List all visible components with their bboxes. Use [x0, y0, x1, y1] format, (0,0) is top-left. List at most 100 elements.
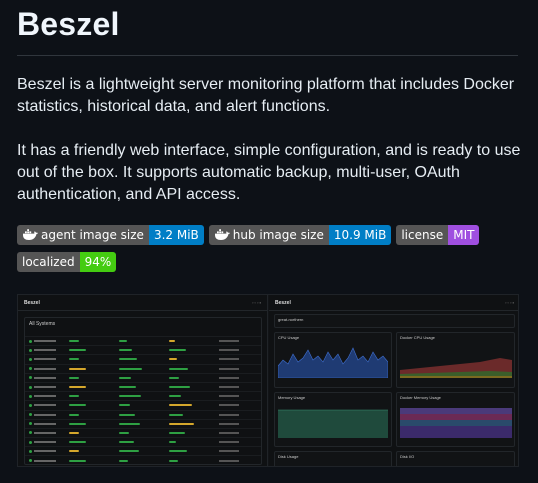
host-name: great-northern — [278, 317, 304, 322]
row-network — [219, 422, 239, 425]
badge-value: 3.2 MiB — [148, 225, 204, 245]
badge-label-section: agent image size — [17, 225, 149, 245]
row-memory — [119, 450, 169, 453]
row-dot-name — [29, 422, 69, 426]
row-disk — [169, 358, 219, 361]
systems-table-row[interactable] — [25, 372, 261, 382]
row-cpu — [69, 459, 119, 462]
row-dot-name — [29, 394, 69, 398]
systems-table-row[interactable] — [25, 427, 261, 437]
hub-image-size-badge[interactable]: hub image size 10.9 MiB — [208, 225, 392, 245]
page-title: Beszel — [17, 6, 120, 42]
systems-table-row[interactable] — [25, 336, 261, 345]
row-memory — [119, 349, 169, 352]
agent-image-size-badge[interactable]: agent image size 3.2 MiB — [17, 225, 204, 245]
row-network — [219, 431, 239, 434]
disk-usage-title: Disk Usage — [278, 454, 299, 459]
row-dot-name — [29, 357, 69, 361]
systems-table-title: All Systems — [29, 321, 56, 327]
docker-cpu-card: Docker CPU Usage — [396, 332, 515, 388]
row-disk — [169, 413, 219, 416]
cpu-usage-card: CPU Usage — [274, 332, 392, 388]
app-screenshot: Beszel ▫ ▫ ▫ ▪ All Systems Beszel ▫ ▫ ▫ … — [17, 294, 519, 467]
features-paragraph: It has a friendly web interface, simple … — [17, 142, 521, 203]
row-cpu — [69, 358, 119, 361]
row-dot-name — [29, 376, 69, 380]
row-network — [219, 349, 239, 352]
systems-table-row[interactable] — [25, 381, 261, 391]
systems-table-row[interactable] — [25, 418, 261, 428]
badge-value: MIT — [448, 225, 480, 245]
row-memory — [119, 404, 169, 407]
screenshot-brand: Beszel — [275, 299, 291, 306]
row-memory — [119, 431, 169, 434]
row-dot-name — [29, 339, 69, 343]
row-cpu — [69, 349, 119, 352]
screenshot-brand: Beszel — [24, 299, 40, 306]
row-disk — [169, 349, 219, 352]
row-memory — [119, 459, 169, 462]
systems-table-row[interactable] — [25, 409, 261, 419]
docker-memory-card: Docker Memory Usage — [396, 392, 515, 447]
row-memory — [119, 340, 169, 343]
row-cpu — [69, 422, 119, 425]
disk-io-card: Disk I/O — [396, 451, 515, 466]
systems-table-row[interactable] — [25, 400, 261, 409]
badge-value: 10.9 MiB — [328, 225, 392, 245]
docker-memory-graph — [400, 408, 512, 438]
row-dot-name — [29, 413, 69, 417]
badge-row-1: agent image size 3.2 MiB hub image size … — [17, 225, 522, 245]
row-network — [219, 386, 239, 389]
systems-table-row[interactable] — [25, 391, 261, 400]
systems-table-row[interactable] — [25, 363, 261, 373]
row-memory — [119, 376, 169, 379]
row-cpu — [69, 340, 119, 343]
badge-value: 94% — [79, 252, 117, 272]
screenshot-systems-pane: Beszel ▫ ▫ ▫ ▪ All Systems — [18, 295, 268, 466]
row-memory — [119, 413, 169, 416]
row-disk — [169, 395, 219, 398]
systems-table-row[interactable] — [25, 345, 261, 354]
row-dot-name — [29, 449, 69, 453]
row-memory — [119, 395, 169, 398]
systems-table-row[interactable] — [25, 455, 261, 464]
row-disk — [169, 431, 219, 434]
license-badge[interactable]: license MIT — [396, 225, 480, 245]
row-cpu — [69, 367, 119, 370]
row-cpu — [69, 441, 119, 444]
row-memory — [119, 422, 169, 425]
row-network — [219, 367, 239, 370]
localized-badge[interactable]: localized 94% — [17, 252, 117, 272]
row-dot-name — [29, 459, 69, 463]
row-dot-name — [29, 367, 69, 371]
row-disk — [169, 376, 219, 379]
badge-label: license — [396, 225, 449, 245]
host-header-card: great-northern — [274, 314, 515, 328]
row-memory — [119, 367, 169, 370]
screenshot-toolbar-icons: ▫ ▫ ▫ ▪ — [504, 300, 514, 305]
row-dot-name — [29, 440, 69, 444]
row-cpu — [69, 450, 119, 453]
row-cpu — [69, 386, 119, 389]
row-disk — [169, 386, 219, 389]
systems-table-row[interactable] — [25, 437, 261, 446]
cpu-usage-graph — [277, 347, 389, 379]
row-network — [219, 450, 239, 453]
systems-table: All Systems — [24, 317, 262, 465]
row-disk — [169, 450, 219, 453]
row-dot-name — [29, 348, 69, 352]
row-network — [219, 413, 239, 416]
row-dot-name — [29, 385, 69, 389]
row-cpu — [69, 413, 119, 416]
badge-label: hub image size — [232, 228, 324, 242]
screenshot-detail-pane: Beszel ▫ ▫ ▫ ▪ great-northern CPU Usage … — [269, 295, 518, 466]
row-disk — [169, 340, 219, 343]
row-network — [219, 459, 239, 462]
screenshot-topbar: Beszel ▫ ▫ ▫ ▪ — [269, 295, 518, 311]
disk-io-title: Disk I/O — [400, 454, 415, 459]
systems-table-row[interactable] — [25, 354, 261, 363]
systems-table-row[interactable] — [25, 446, 261, 455]
row-memory — [119, 358, 169, 361]
disk-usage-card: Disk Usage — [274, 451, 392, 466]
row-network — [219, 376, 239, 379]
